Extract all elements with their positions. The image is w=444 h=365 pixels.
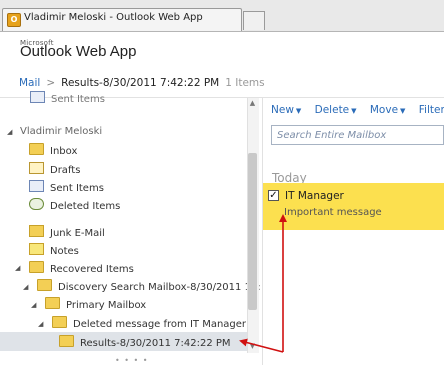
expand-arrow-icon[interactable]: ◢ [38, 320, 43, 328]
folder-icon [45, 297, 60, 309]
message-sender: IT Manager [285, 190, 344, 202]
scroll-up-arrow-icon[interactable]: ▲ [247, 98, 258, 108]
message-checkbox[interactable]: ✓ [268, 190, 279, 201]
breadcrumb: Mail > Results-8/30/2011 7:42:22 PM 1 Items [19, 77, 265, 89]
pane-divider[interactable] [262, 98, 263, 365]
breadcrumb-separator: > [46, 77, 56, 89]
sent-items-icon [30, 91, 45, 103]
folder-results[interactable]: Results-8/30/2011 7:42:22 PM [59, 335, 231, 351]
folder-discovery-search[interactable]: Discovery Search Mailbox-8/30/2011 10: [37, 279, 261, 295]
filter-button[interactable]: Filter [419, 104, 444, 116]
sent-items-icon [29, 180, 44, 192]
folder-deleted-message[interactable]: Deleted message from IT Manager [52, 316, 246, 332]
new-button[interactable]: New ▼ [271, 104, 301, 116]
junk-folder-icon [29, 225, 44, 237]
app-title: Outlook Web App [20, 43, 137, 60]
search-input[interactable] [272, 126, 442, 144]
folder-icon [59, 335, 74, 347]
folder-sent-items[interactable]: Sent Items [29, 180, 104, 196]
folder-icon [52, 316, 67, 328]
delete-button[interactable]: Delete ▼ [315, 104, 357, 116]
breadcrumb-mail-link[interactable]: Mail [19, 77, 40, 89]
new-tab-button[interactable] [243, 11, 265, 30]
collapse-arrow-icon[interactable]: ◢ [7, 128, 12, 136]
folder-notes[interactable]: Notes [29, 243, 79, 259]
item-count: 1 Items [225, 77, 265, 89]
folder-primary-mailbox[interactable]: Primary Mailbox [45, 297, 146, 313]
browser-tab-title: Vladimir Meloski - Outlook Web App [24, 12, 203, 23]
folder-deleted-items[interactable]: Deleted Items [29, 198, 120, 214]
folder-drafts[interactable]: Drafts [29, 162, 80, 178]
mailbox-owner[interactable]: Vladimir Meloski [20, 126, 102, 137]
message-subject: Important message [284, 207, 382, 218]
chevron-down-icon: ▼ [295, 107, 302, 115]
expand-arrow-icon[interactable]: ◢ [23, 283, 28, 291]
chevron-down-icon: ▼ [400, 107, 406, 115]
browser-tab[interactable]: O Vladimir Meloski - Outlook Web App [2, 8, 242, 31]
recycle-icon [29, 198, 44, 210]
drafts-icon [29, 162, 44, 174]
folder-junk-email[interactable]: Junk E-Mail [29, 225, 105, 241]
chevron-down-icon: ▼ [351, 107, 357, 115]
folder-icon [29, 261, 44, 273]
expand-arrow-icon[interactable]: ◢ [31, 301, 36, 309]
folder-recovered-items[interactable]: Recovered Items [29, 261, 134, 277]
folder-sent-items-partial[interactable]: Sent Items [30, 91, 105, 107]
scrollbar-thumb[interactable] [248, 153, 257, 310]
inbox-icon [29, 143, 44, 155]
outlook-icon: O [7, 13, 21, 27]
notes-icon [29, 243, 44, 255]
move-button[interactable]: Move ▼ [370, 104, 406, 116]
message-toolbar: New ▼ Delete ▼ Move ▼ Filter [271, 104, 444, 116]
breadcrumb-current-folder: Results-8/30/2011 7:42:22 PM [61, 77, 220, 89]
scroll-down-arrow-icon[interactable]: ▼ [247, 341, 258, 351]
folder-inbox[interactable]: Inbox [29, 143, 77, 159]
folder-icon [37, 279, 52, 291]
expand-arrow-icon[interactable]: ◢ [15, 264, 20, 272]
resize-grip-icon[interactable]: • • • • [115, 356, 149, 365]
search-box[interactable] [271, 125, 444, 145]
